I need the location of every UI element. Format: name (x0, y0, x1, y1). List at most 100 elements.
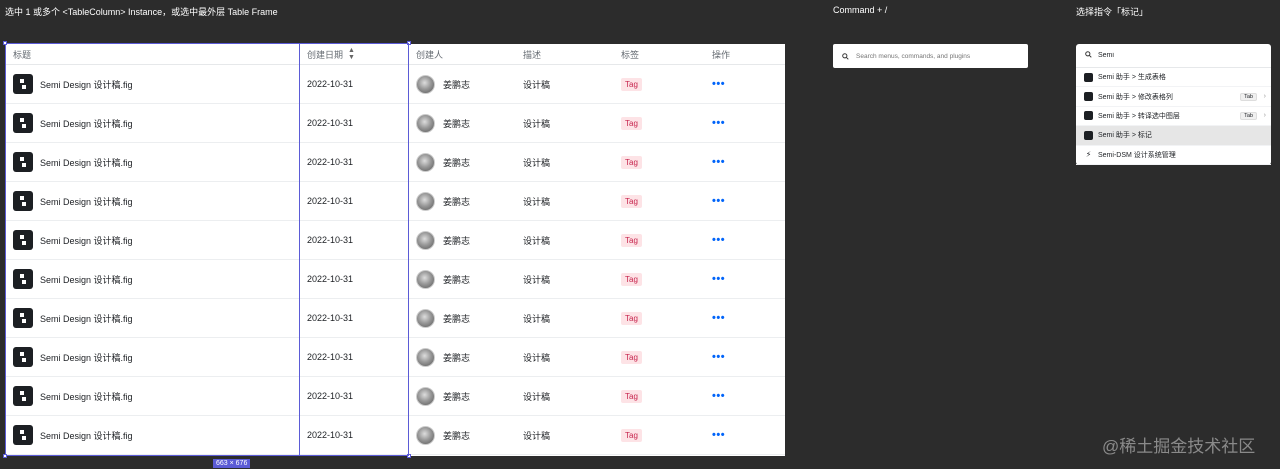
more-icon[interactable]: ••• (712, 156, 725, 168)
cell-operations: ••• (712, 65, 725, 103)
more-icon[interactable]: ••• (712, 429, 725, 441)
table-row[interactable]: Semi Design 设计稿.fig 2022-10-31 姜鹏志 设计稿 T… (5, 182, 785, 221)
table-row[interactable]: Semi Design 设计稿.fig 2022-10-31 姜鹏志 设计稿 T… (5, 416, 785, 455)
cell-description: 设计稿 (523, 79, 551, 90)
more-icon[interactable]: ••• (712, 78, 725, 90)
semi-logo-icon (13, 191, 33, 211)
cell-tag: Tag (621, 416, 642, 454)
tag-badge: Tag (621, 155, 642, 169)
cell-creator-name: 姜鹏志 (443, 79, 471, 90)
cell-creator-name: 姜鹏志 (443, 157, 471, 168)
cell-title-text: Semi Design 设计稿.fig (40, 313, 133, 324)
cell-operations: ••• (712, 338, 725, 376)
cell-title-text: Semi Design 设计稿.fig (40, 274, 133, 285)
cell-description: 设计稿 (523, 352, 551, 363)
table-row[interactable]: Semi Design 设计稿.fig 2022-10-31 姜鹏志 设计稿 T… (5, 299, 785, 338)
cell-tag: Tag (621, 260, 642, 298)
cell-tag: Tag (621, 221, 642, 259)
semi-logo-icon (1084, 111, 1093, 121)
cell-description: 设计稿 (523, 430, 551, 441)
command-search-box[interactable] (833, 44, 1028, 68)
palette-item-label: Semi 助手 > 转译选中图层 (1098, 112, 1180, 120)
cell-creator: 姜鹏志 (416, 416, 470, 454)
palette-search-box[interactable] (1076, 44, 1271, 68)
cell-date: 2022-10-31 (307, 352, 354, 362)
cell-creator-name: 姜鹏志 (443, 313, 471, 324)
column-header-date[interactable]: 创建日期 ▲ ▼ (307, 44, 355, 64)
tag-badge: Tag (621, 311, 642, 325)
cell-creator: 姜鹏志 (416, 377, 470, 415)
more-icon[interactable]: ••• (712, 273, 725, 285)
palette-search-input[interactable] (1098, 52, 1248, 59)
cell-title: Semi Design 设计稿.fig (13, 65, 133, 103)
cell-creator: 姜鹏志 (416, 182, 470, 220)
cell-creator: 姜鹏志 (416, 104, 470, 142)
cell-title-text: Semi Design 设计稿.fig (40, 391, 133, 402)
more-icon[interactable]: ••• (712, 234, 725, 246)
cell-tag: Tag (621, 65, 642, 103)
semi-logo-icon (13, 230, 33, 250)
semi-logo-icon (1084, 130, 1093, 140)
semi-logo-icon (13, 308, 33, 328)
command-search-input[interactable] (856, 52, 1026, 60)
palette-item[interactable]: Semi 助手 > 转译选中图层 Tab › (1076, 107, 1271, 127)
cell-operations: ••• (712, 299, 725, 337)
cell-tag: Tag (621, 143, 642, 181)
search-icon (1085, 51, 1092, 60)
palette-item[interactable]: Semi 助手 > 标记 (1076, 126, 1271, 146)
palette-item-label: Semi 助手 > 标记 (1098, 132, 1152, 140)
cell-date: 2022-10-31 (307, 118, 354, 128)
more-icon[interactable]: ••• (712, 117, 725, 129)
cell-creator-name: 姜鹏志 (443, 430, 471, 441)
cell-operations: ••• (712, 143, 725, 181)
cell-creator-name: 姜鹏志 (443, 235, 471, 246)
cell-creator: 姜鹏志 (416, 260, 470, 298)
table-row[interactable]: Semi Design 设计稿.fig 2022-10-31 姜鹏志 设计稿 T… (5, 338, 785, 377)
cell-operations: ••• (712, 260, 725, 298)
cell-operations: ••• (712, 182, 725, 220)
table-row[interactable]: Semi Design 设计稿.fig 2022-10-31 姜鹏志 设计稿 T… (5, 143, 785, 182)
cell-creator-name: 姜鹏志 (443, 352, 471, 363)
cell-operations: ••• (712, 221, 725, 259)
palette-item[interactable]: Semi 助手 > 修改表格列 Tab › (1076, 87, 1271, 107)
tag-badge: Tag (621, 389, 642, 403)
tag-badge: Tag (621, 77, 642, 91)
cell-date: 2022-10-31 (307, 274, 354, 284)
palette-item[interactable]: Semi 助手 > 生成表格 (1076, 68, 1271, 88)
table-row[interactable]: Semi Design 设计稿.fig 2022-10-31 姜鹏志 设计稿 T… (5, 221, 785, 260)
cell-title-text: Semi Design 设计稿.fig (40, 157, 133, 168)
palette-results: Semi 助手 > 生成表格 Semi 助手 > 修改表格列 Tab › Semi… (1076, 68, 1271, 165)
column-header-creator[interactable]: 创建人 (416, 44, 443, 64)
column-header-description[interactable]: 描述 (523, 44, 541, 64)
more-icon[interactable]: ••• (712, 351, 725, 363)
avatar (416, 269, 435, 289)
more-icon[interactable]: ••• (712, 195, 725, 207)
cell-title: Semi Design 设计稿.fig (13, 143, 133, 181)
table-row[interactable]: Semi Design 设计稿.fig 2022-10-31 姜鹏志 设计稿 T… (5, 104, 785, 143)
cell-date: 2022-10-31 (307, 430, 354, 440)
cell-tag: Tag (621, 182, 642, 220)
avatar (416, 347, 435, 367)
tag-badge: Tag (621, 272, 642, 286)
cell-tag: Tag (621, 377, 642, 415)
palette-item-label: Semi 助手 > 生成表格 (1098, 74, 1166, 82)
table-body: Semi Design 设计稿.fig 2022-10-31 姜鹏志 设计稿 T… (5, 65, 785, 455)
palette-item[interactable]: ⚡ Semi-DSM 设计系统管理 (1076, 146, 1271, 165)
table-row[interactable]: Semi Design 设计稿.fig 2022-10-31 姜鹏志 设计稿 T… (5, 260, 785, 299)
avatar (416, 74, 435, 94)
column-header-title[interactable]: 标题 (13, 44, 31, 64)
column-header-operations[interactable]: 操作 (712, 44, 730, 64)
sort-icon[interactable]: ▲ ▼ (348, 47, 355, 61)
semi-logo-icon (1084, 72, 1093, 82)
table-row[interactable]: Semi Design 设计稿.fig 2022-10-31 姜鹏志 设计稿 T… (5, 377, 785, 416)
more-icon[interactable]: ••• (712, 390, 725, 402)
tag-badge: Tag (621, 116, 642, 130)
semi-logo-icon (13, 74, 33, 94)
instruction-caption-select: 选中 1 或多个 <TableColumn> Instance，或选中最外层 T… (5, 7, 278, 17)
palette-item-badge: Tab (1240, 92, 1257, 101)
column-header-tag[interactable]: 标签 (621, 44, 639, 64)
cell-tag: Tag (621, 104, 642, 142)
table-row[interactable]: Semi Design 设计稿.fig 2022-10-31 姜鹏志 设计稿 T… (5, 65, 785, 104)
cell-description: 设计稿 (523, 391, 551, 402)
more-icon[interactable]: ••• (712, 312, 725, 324)
